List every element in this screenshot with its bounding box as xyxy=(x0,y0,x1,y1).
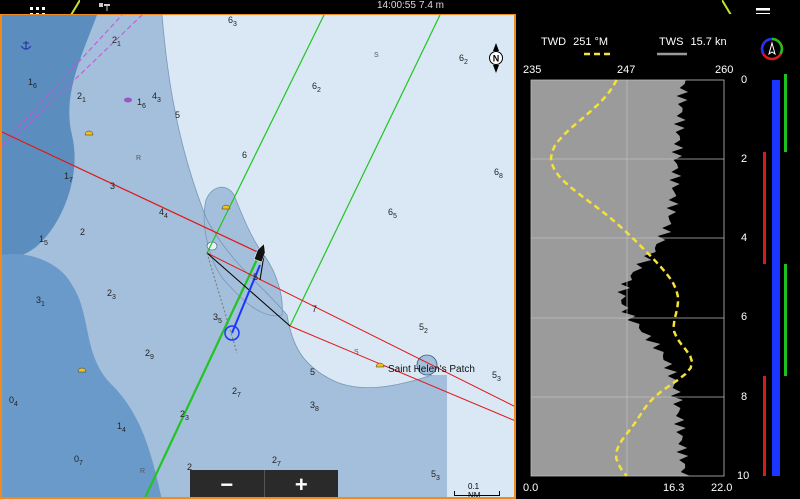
wind-rose-icon[interactable] xyxy=(760,37,784,61)
nautical-chart[interactable]: S R S R xyxy=(2,15,516,499)
twd-legend: TWD 251 °M xyxy=(541,36,608,48)
svg-text:S: S xyxy=(374,52,379,59)
depth-sounding: 35 xyxy=(213,312,222,325)
zoom-controls[interactable]: − + xyxy=(190,470,339,497)
depth-sounding: 23 xyxy=(180,409,189,422)
tws-axis-min: 0.0 xyxy=(523,482,539,494)
location-label: Saint Helen's Patch xyxy=(388,364,475,375)
svg-text:S: S xyxy=(354,349,359,356)
time-tick: 4 xyxy=(741,232,748,244)
depth-sounding: 31 xyxy=(36,295,45,308)
tws-label: TWS xyxy=(659,36,684,48)
chart-panel[interactable]: S R S R 63 21 62 16 62 21 16 43 5 6 17 3 68 44 65 15 2 5 2… xyxy=(0,14,516,499)
svg-text:R: R xyxy=(140,468,145,475)
depth-sounding: 16 xyxy=(137,97,146,110)
time-tick: 2 xyxy=(741,153,748,165)
depth-sounding: 04 xyxy=(9,395,18,408)
tws-axis-mid: 16.3 xyxy=(663,482,685,494)
north-arrow-icon[interactable]: N xyxy=(488,43,504,75)
depth-sounding: 27 xyxy=(272,455,281,468)
twd-axis-max: 260 xyxy=(715,64,734,76)
north-label: N xyxy=(493,54,500,64)
depth-sounding: 38 xyxy=(310,400,319,413)
time-tick: 6 xyxy=(741,311,748,323)
wind-history-panel[interactable]: TWD 251 °M TWS 15.7 kn 235 247 260 0.0 1… xyxy=(519,14,800,499)
depth-sounding: 21 xyxy=(112,35,121,48)
depth-sounding: 7 xyxy=(312,304,318,314)
depth-sounding: 53 xyxy=(492,370,501,383)
clock-readout: 14:00:55 xyxy=(377,0,416,11)
depth-readout: 7.4 m xyxy=(419,0,445,11)
depth-sounding: 68 xyxy=(494,167,503,180)
depth-sounding: 15 xyxy=(39,234,48,247)
twd-value: 251 °M xyxy=(573,36,609,48)
status-bar: 14:00:55 7.4 m xyxy=(0,0,800,14)
depth-sounding: 43 xyxy=(152,91,161,104)
depth-sounding: 62 xyxy=(459,53,468,66)
depth-sounding: 29 xyxy=(145,348,154,361)
depth-sounding: 65 xyxy=(388,207,397,220)
depth-sounding: 17 xyxy=(64,171,73,184)
time-tick: 10 xyxy=(737,470,750,482)
svg-text:R: R xyxy=(136,155,141,162)
depth-sounding: 14 xyxy=(117,421,126,434)
depth-sounding: 62 xyxy=(312,81,321,94)
depth-sounding: 07 xyxy=(74,454,83,467)
depth-sounding: 63 xyxy=(228,15,237,28)
depth-sounding: 5 xyxy=(253,272,259,282)
depth-sounding: 5 xyxy=(175,110,181,120)
wind-history-graph xyxy=(530,37,787,477)
satellite-icon xyxy=(99,3,110,11)
depth-sounding: 52 xyxy=(419,322,428,335)
depth-sounding: 3 xyxy=(110,181,116,191)
depth-sounding: 2 xyxy=(80,227,86,237)
zoom-in-button[interactable]: + xyxy=(263,470,339,497)
zoom-out-button[interactable]: − xyxy=(190,470,264,497)
tws-legend: TWS 15.7 kn xyxy=(659,36,727,48)
time-tick: 0 xyxy=(741,74,748,86)
twd-axis-min: 235 xyxy=(523,64,542,76)
time-tick: 8 xyxy=(741,391,748,403)
depth-sounding: 16 xyxy=(28,77,37,90)
depth-sounding: 5 xyxy=(310,367,316,377)
depth-sounding: 27 xyxy=(232,386,241,399)
depth-sounding: 21 xyxy=(77,91,86,104)
depth-sounding: 23 xyxy=(107,288,116,301)
depth-sounding: 6 xyxy=(242,150,248,160)
twd-label: TWD xyxy=(541,36,567,48)
tws-axis-max: 22.0 xyxy=(711,482,733,494)
depth-sounding: 53 xyxy=(431,469,440,482)
twd-axis-mid: 247 xyxy=(617,64,636,76)
tws-value: 15.7 kn xyxy=(690,36,727,48)
depth-sounding: 44 xyxy=(159,207,168,220)
